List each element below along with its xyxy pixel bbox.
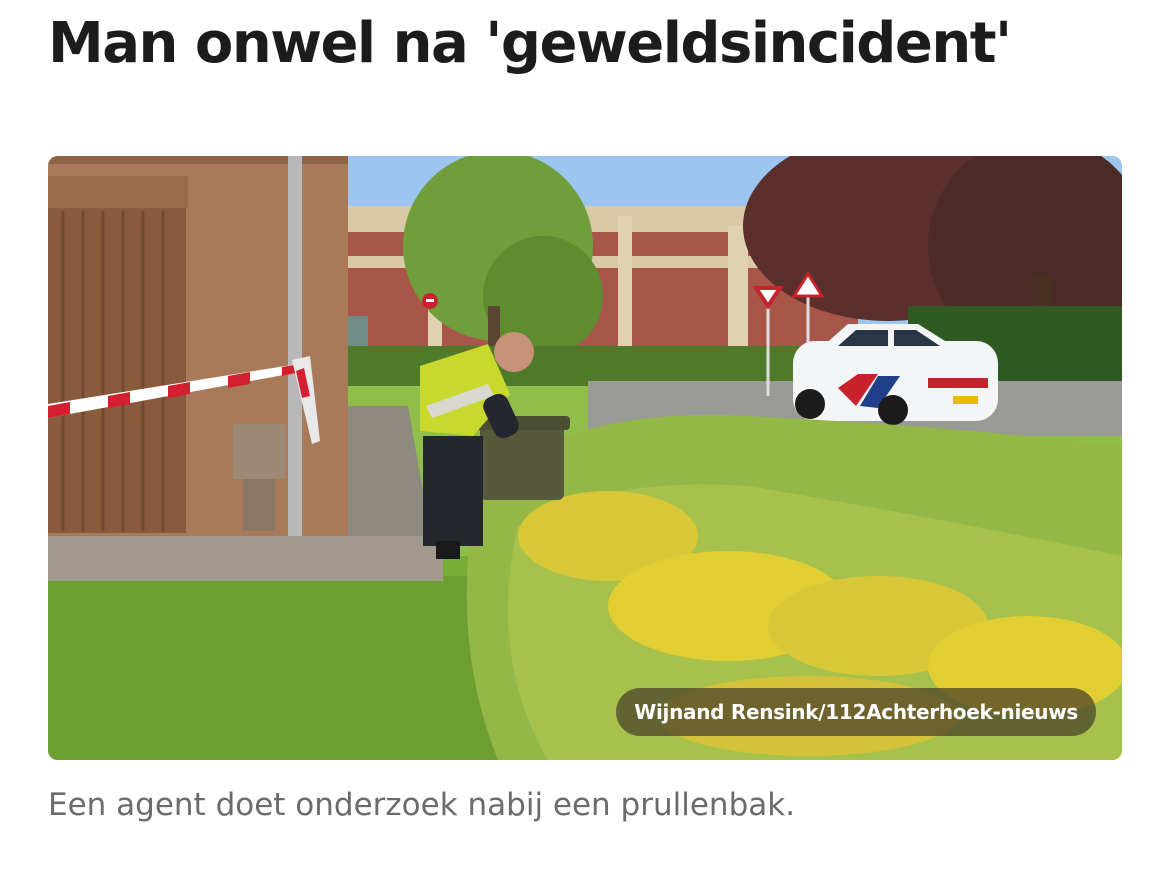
photo-caption: Een agent doet onderzoek nabij een prull… [48, 787, 796, 823]
article-photo[interactable]: Wijnand Rensink/112Achterhoek-nieuws [48, 156, 1122, 760]
photo-scene [48, 156, 1122, 760]
photo-credit: Wijnand Rensink/112Achterhoek-nieuws [616, 688, 1096, 736]
article-headline: Man onwel na 'geweldsincident' [48, 11, 1012, 76]
